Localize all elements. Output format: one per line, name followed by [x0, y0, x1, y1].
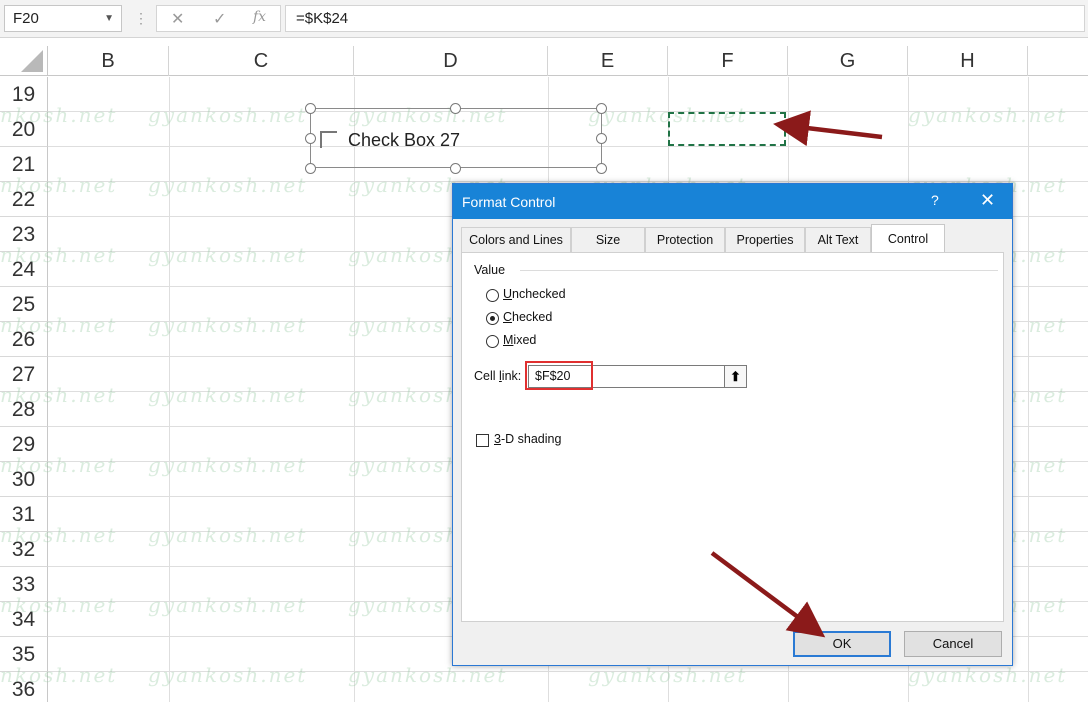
watermark-text: gyankosh.net [148, 383, 308, 407]
watermark-text: gyankosh.net [148, 453, 308, 477]
select-all-button[interactable] [0, 46, 48, 76]
cancel-button[interactable]: Cancel [904, 631, 1002, 657]
resize-handle[interactable] [596, 163, 607, 174]
resize-handle[interactable] [450, 103, 461, 114]
resize-handle[interactable] [450, 163, 461, 174]
resize-handle[interactable] [596, 133, 607, 144]
tab-properties[interactable]: Properties [725, 227, 805, 252]
tab-control[interactable]: Control [871, 224, 945, 253]
watermark-text: gyankosh.net [0, 173, 118, 197]
column-header-e[interactable]: E [548, 46, 668, 76]
selected-cell-f20[interactable] [668, 112, 786, 146]
dialog-title-bar[interactable]: Format Control [453, 184, 1012, 219]
ok-button[interactable]: OK [793, 631, 891, 657]
help-icon[interactable]: ? [931, 192, 939, 208]
column-header-b[interactable]: B [48, 46, 169, 76]
watermark-text: gyankosh.net [148, 103, 308, 127]
watermark-text: gyankosh.net [0, 313, 118, 337]
watermark-text: gyankosh.net [588, 663, 748, 687]
3d-shading-checkbox[interactable] [476, 434, 489, 447]
resize-handle[interactable] [305, 133, 316, 144]
watermark-text: gyankosh.net [908, 663, 1068, 687]
column-header-f[interactable]: F [668, 46, 788, 76]
radio-mixed[interactable] [486, 335, 499, 348]
enter-icon[interactable]: ✓ [213, 9, 226, 29]
watermark-text: gyankosh.net [148, 313, 308, 337]
control-tab-panel: Value Unchecked Checked Mixed Cell link:… [461, 252, 1004, 622]
resize-handle[interactable] [305, 103, 316, 114]
watermark-text: gyankosh.net [148, 663, 308, 687]
watermark-text: gyankosh.net [0, 593, 118, 617]
radio-checked-label[interactable]: Checked [503, 310, 552, 324]
formula-input[interactable]: =$K$24 [285, 5, 1085, 32]
watermark-text: gyankosh.net [0, 243, 118, 267]
group-divider [520, 270, 998, 271]
3d-shading-label[interactable]: 3-D shading [494, 432, 561, 446]
checkbox-label: Check Box 27 [348, 130, 461, 150]
watermark-text: gyankosh.net [148, 523, 308, 547]
radio-unchecked[interactable] [486, 289, 499, 302]
insert-function-icon[interactable]: fx [253, 9, 266, 25]
watermark-text: gyankosh.net [0, 383, 118, 407]
watermark-text: gyankosh.net [148, 243, 308, 267]
cell-link-label: Cell link: [474, 369, 522, 383]
checkbox-icon[interactable] [320, 131, 337, 148]
resize-handle[interactable] [596, 103, 607, 114]
tab-colors-and-lines[interactable]: Colors and Lines [461, 227, 571, 252]
tab-protection[interactable]: Protection [645, 227, 725, 252]
excel-window: F20 ▼ ⋮ ✕ ✓ fx =$K$24 B C D E F G H 19 2… [0, 0, 1088, 702]
radio-checked[interactable] [486, 312, 499, 325]
watermark-text: gyankosh.net [0, 453, 118, 477]
name-box[interactable]: F20 ▼ [4, 5, 122, 32]
tab-alt-text[interactable]: Alt Text [805, 227, 871, 252]
tab-size[interactable]: Size [571, 227, 645, 252]
name-box-value: F20 [13, 10, 39, 27]
watermark-text: gyankosh.net [908, 103, 1068, 127]
chevron-down-icon[interactable]: ▼ [104, 13, 114, 24]
watermark-text: gyankosh.net [148, 173, 308, 197]
column-header-d[interactable]: D [354, 46, 548, 76]
dialog-title: Format Control [462, 194, 556, 210]
watermark-text: gyankosh.net [0, 523, 118, 547]
format-control-dialog: Format Control ? ✕ Colors and Lines Size… [452, 183, 1013, 666]
watermark-text: gyankosh.net [0, 663, 118, 687]
radio-mixed-label[interactable]: Mixed [503, 333, 536, 347]
resize-handle[interactable] [305, 163, 316, 174]
watermark-text: gyankosh.net [148, 593, 308, 617]
radio-unchecked-label[interactable]: Unchecked [503, 287, 566, 301]
column-header-c[interactable]: C [169, 46, 354, 76]
watermark-text: gyankosh.net [0, 103, 118, 127]
value-group-label: Value [474, 263, 506, 277]
formula-bar: F20 ▼ ⋮ ✕ ✓ fx =$K$24 [0, 0, 1088, 38]
drag-handle-icon[interactable]: ⋮ [134, 10, 148, 28]
collapse-dialog-icon[interactable]: ⬆ [724, 365, 747, 388]
formula-buttons: ✕ ✓ fx [156, 5, 281, 32]
column-header-h[interactable]: H [908, 46, 1028, 76]
column-header-g[interactable]: G [788, 46, 908, 76]
cancel-icon[interactable]: ✕ [171, 9, 184, 29]
watermark-text: gyankosh.net [348, 663, 508, 687]
column-header: B C D E F G H [0, 46, 1088, 76]
close-icon[interactable]: ✕ [980, 190, 995, 211]
highlight-box [525, 361, 593, 390]
